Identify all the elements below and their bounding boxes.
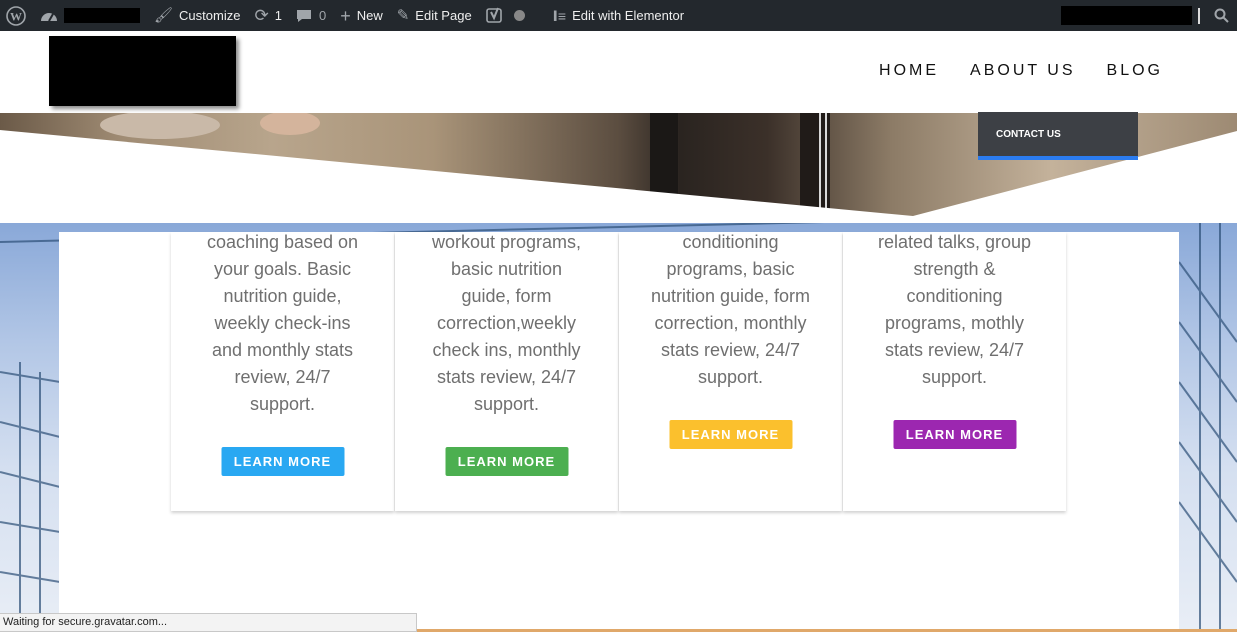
customize-button[interactable]: 🖌 Customize	[147, 0, 247, 31]
admin-bar-secondary	[1061, 0, 1237, 31]
service-card-1: coaching based on your goals. Basic nutr…	[171, 232, 394, 511]
site-logo[interactable]	[49, 36, 236, 106]
yoast-seo-button[interactable]	[479, 0, 532, 31]
nav-home[interactable]: HOME	[879, 62, 939, 80]
edit-page-label: Edit Page	[415, 8, 472, 23]
service-card-4: related talks, group strength & conditio…	[843, 232, 1066, 511]
card-description: workout programs, basic nutrition guide,…	[431, 232, 582, 414]
card-description: coaching based on your goals. Basic nutr…	[206, 232, 359, 414]
elementor-button[interactable]: Ⅰ≡ Edit with Elementor	[546, 0, 691, 31]
comments-count: 0	[318, 8, 327, 23]
service-card-2: workout programs, basic nutrition guide,…	[395, 232, 618, 511]
main-navigation: HOME ABOUT US BLOG	[879, 62, 1163, 80]
elementor-label: Edit with Elementor	[572, 8, 685, 23]
card-description: conditioning programs, basic nutrition g…	[650, 232, 811, 387]
svg-text:W: W	[10, 9, 22, 23]
pencil-icon: ✎	[396, 7, 410, 24]
site-name-menu[interactable]	[33, 0, 147, 31]
nav-blog[interactable]: BLOG	[1107, 62, 1163, 80]
comments-button[interactable]: 0	[289, 0, 333, 31]
wordpress-logo-icon[interactable]: W	[0, 0, 33, 31]
plus-icon: +	[340, 5, 351, 26]
yoast-icon	[485, 7, 502, 23]
customize-label: Customize	[179, 8, 241, 23]
edit-page-button[interactable]: ✎ Edit Page	[390, 0, 479, 31]
learn-more-button[interactable]: LEARN MORE	[893, 420, 1016, 449]
browser-status-bar: Waiting for secure.gravatar.com...	[0, 613, 417, 632]
comment-icon	[296, 9, 311, 22]
wp-admin-bar: W 🖌 Customize ⟳ 1 0 + New ✎ Edit Page Ⅰ≡…	[0, 0, 1237, 31]
updates-button[interactable]: ⟳ 1	[247, 0, 288, 31]
learn-more-button[interactable]: LEARN MORE	[669, 420, 792, 449]
search-icon[interactable]	[1214, 8, 1229, 23]
service-card-3: conditioning programs, basic nutrition g…	[619, 232, 842, 511]
submenu-contact-us[interactable]: CONTACT US	[978, 112, 1138, 160]
redacted-site-name	[64, 8, 140, 23]
new-content-button[interactable]: + New	[333, 0, 390, 31]
new-label: New	[356, 8, 383, 23]
learn-more-button[interactable]: LEARN MORE	[445, 447, 568, 476]
brush-icon: 🖌	[154, 7, 174, 24]
elementor-icon: Ⅰ≡	[552, 7, 567, 24]
nav-about-us[interactable]: ABOUT US	[970, 62, 1076, 80]
refresh-icon: ⟳	[254, 6, 269, 25]
dashboard-icon	[41, 12, 57, 21]
site-header: HOME ABOUT US BLOG	[0, 31, 1237, 113]
updates-count: 1	[274, 8, 282, 23]
learn-more-button[interactable]: LEARN MORE	[221, 447, 344, 476]
separator	[1198, 7, 1200, 24]
seo-status-dot-icon	[513, 10, 525, 21]
card-description: related talks, group strength & conditio…	[877, 232, 1032, 387]
redacted-user-account[interactable]	[1061, 6, 1192, 25]
